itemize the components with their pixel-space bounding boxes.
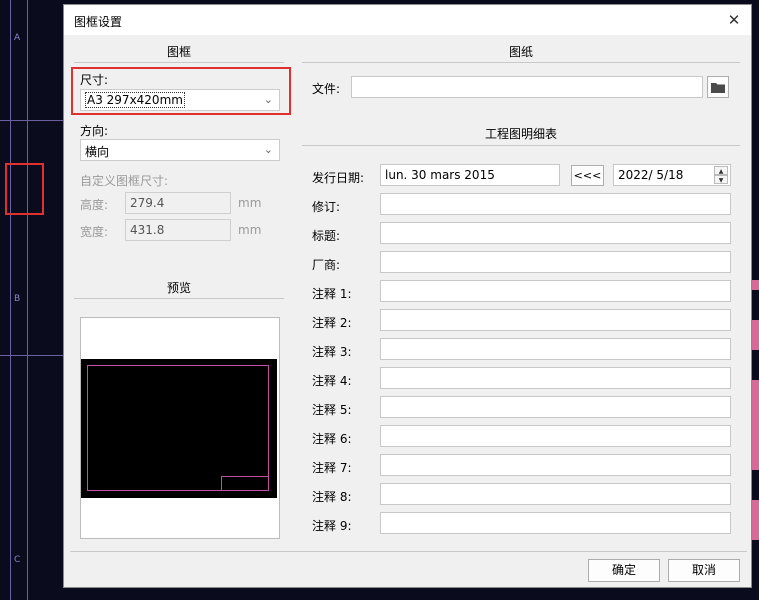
cancel-button[interactable]: 取消 bbox=[668, 559, 740, 582]
comment-8-label: 注释 8: bbox=[312, 490, 352, 504]
comment-5-label: 注释 5: bbox=[312, 403, 352, 417]
comment-3-label: 注释 3: bbox=[312, 345, 352, 359]
folder-icon bbox=[711, 83, 725, 93]
comment-3-input[interactable] bbox=[380, 338, 731, 360]
comment-1-input[interactable] bbox=[380, 280, 731, 302]
issue-date-label: 发行日期: bbox=[312, 171, 365, 185]
height-value: 279.4 bbox=[130, 196, 165, 210]
footer-divider bbox=[70, 551, 747, 552]
browse-button[interactable] bbox=[707, 76, 729, 98]
frame-header: 图框 bbox=[166, 45, 191, 59]
issue-date-input[interactable]: lun. 30 mars 2015 bbox=[380, 164, 560, 186]
ruler-label-c: C bbox=[14, 555, 21, 565]
title-input[interactable] bbox=[380, 222, 731, 244]
date-copy-button[interactable]: <<< bbox=[571, 165, 604, 186]
frame-preview bbox=[80, 317, 280, 539]
preview-title-block bbox=[221, 476, 269, 491]
preview-frame-border bbox=[87, 365, 269, 491]
orientation-select[interactable]: 横向 ⌄ bbox=[80, 139, 280, 161]
chevron-down-icon: ⌄ bbox=[263, 143, 273, 156]
title-label: 标题: bbox=[312, 229, 341, 243]
chevron-down-icon: ⌄ bbox=[263, 93, 273, 106]
comment-2-label: 注释 2: bbox=[312, 316, 352, 330]
spin-down-icon[interactable]: ▼ bbox=[714, 175, 728, 184]
comment-7-label: 注释 7: bbox=[312, 461, 352, 475]
height-unit: mm bbox=[238, 196, 262, 210]
preview-header: 预览 bbox=[166, 281, 191, 295]
details-header: 工程图明细表 bbox=[484, 127, 557, 141]
size-select[interactable]: A3 297x420mm ⌄ bbox=[80, 89, 280, 111]
close-button[interactable]: ✕ bbox=[723, 10, 745, 30]
width-input[interactable]: 431.8 bbox=[125, 219, 231, 241]
comment-9-input[interactable] bbox=[380, 512, 731, 534]
ruler-label-a: A bbox=[14, 33, 21, 43]
date-picker[interactable]: 2022/ 5/18 ▲ ▼ bbox=[613, 164, 731, 186]
height-input[interactable]: 279.4 bbox=[125, 192, 231, 214]
title-bar: 图框设置 ✕ bbox=[64, 5, 751, 35]
width-unit: mm bbox=[238, 223, 262, 237]
file-input[interactable] bbox=[351, 76, 703, 98]
dialog-title: 图框设置 bbox=[74, 15, 123, 29]
custom-size-label: 自定义图框尺寸: bbox=[80, 174, 169, 188]
comment-5-input[interactable] bbox=[380, 396, 731, 418]
size-value: A3 297x420mm bbox=[85, 92, 185, 108]
height-label: 高度: bbox=[80, 198, 109, 212]
file-label: 文件: bbox=[312, 82, 341, 96]
comment-6-label: 注释 6: bbox=[312, 432, 352, 446]
width-value: 431.8 bbox=[130, 223, 165, 237]
preview-sheet bbox=[81, 359, 277, 498]
revision-label: 修订: bbox=[312, 200, 341, 214]
highlight-box-ruler bbox=[5, 163, 44, 215]
size-label: 尺寸: bbox=[80, 73, 109, 87]
company-label: 厂商: bbox=[312, 258, 341, 272]
comment-2-input[interactable] bbox=[380, 309, 731, 331]
spin-up-icon[interactable]: ▲ bbox=[714, 166, 728, 175]
ok-button[interactable]: 确定 bbox=[588, 559, 660, 582]
drawing-header: 图纸 bbox=[508, 45, 533, 59]
comment-9-label: 注释 9: bbox=[312, 519, 352, 533]
comment-1-label: 注释 1: bbox=[312, 287, 352, 301]
comment-4-input[interactable] bbox=[380, 367, 731, 389]
comment-8-input[interactable] bbox=[380, 483, 731, 505]
date-spinner[interactable]: ▲ ▼ bbox=[714, 166, 728, 184]
ruler-label-b: B bbox=[14, 294, 21, 304]
orientation-label: 方向: bbox=[80, 124, 109, 138]
comment-6-input[interactable] bbox=[380, 425, 731, 447]
width-label: 宽度: bbox=[80, 225, 109, 239]
comment-7-input[interactable] bbox=[380, 454, 731, 476]
revision-input[interactable] bbox=[380, 193, 731, 215]
comment-4-label: 注释 4: bbox=[312, 374, 352, 388]
issue-date-value: lun. 30 mars 2015 bbox=[385, 168, 495, 182]
company-input[interactable] bbox=[380, 251, 731, 273]
frame-settings-dialog: 图框设置 ✕ 图框 尺寸: A3 297x420mm ⌄ 方向: 横向 ⌄ 自定… bbox=[63, 4, 752, 588]
date-picker-value: 2022/ 5/18 bbox=[618, 168, 684, 182]
orientation-value: 横向 bbox=[85, 145, 110, 159]
